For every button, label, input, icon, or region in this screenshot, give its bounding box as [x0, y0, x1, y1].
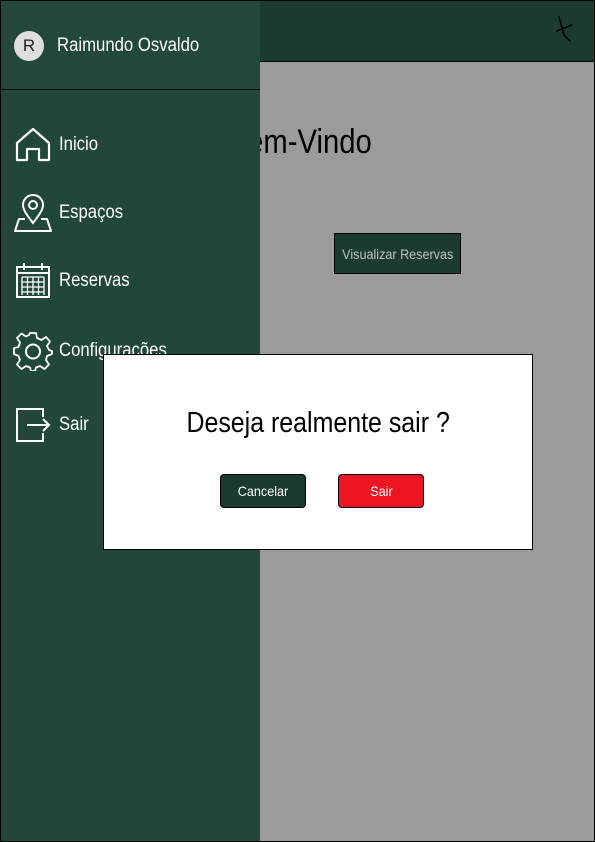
cancel-button-label: Cancelar: [237, 483, 289, 499]
logout-icon: [16, 408, 51, 442]
cancel-button[interactable]: Cancelar: [220, 474, 306, 508]
logout-confirm-dialog: Deseja realmente sair ? Cancelar Sair: [103, 354, 533, 550]
nav-item-label: Espaços: [59, 202, 124, 223]
confirm-exit-label: Sair: [369, 483, 393, 499]
view-reservations-button[interactable]: Visualizar Reservas: [334, 233, 461, 274]
close-icon[interactable]: [554, 13, 576, 45]
nav-item-reservas[interactable]: Reservas: [13, 261, 253, 301]
dialog-title-text: Deseja realmente sair ?: [186, 407, 450, 439]
nav-item-inicio[interactable]: Inicio: [13, 125, 253, 165]
home-icon: [15, 127, 51, 162]
dialog-title: Deseja realmente sair ?: [104, 407, 532, 440]
user-name: Raimundo Osvaldo: [57, 35, 200, 56]
map-pin-icon: [14, 194, 52, 232]
view-reservations-label: Visualizar Reservas: [341, 245, 454, 262]
drawer-header: R Raimundo Osvaldo: [1, 1, 260, 90]
nav-item-label: Sair: [59, 414, 89, 435]
gear-icon: [13, 332, 53, 371]
app-frame: Seja Bem-Vindo Visualizar Reservas R Rai…: [0, 0, 595, 842]
confirm-exit-button[interactable]: Sair: [338, 474, 424, 508]
nav-item-label: Reservas: [59, 270, 130, 291]
nav-item-label: Inicio: [59, 134, 99, 155]
nav-item-espacos[interactable]: Espaços: [13, 193, 253, 233]
avatar[interactable]: R: [14, 31, 44, 61]
calendar-icon: [16, 263, 50, 298]
